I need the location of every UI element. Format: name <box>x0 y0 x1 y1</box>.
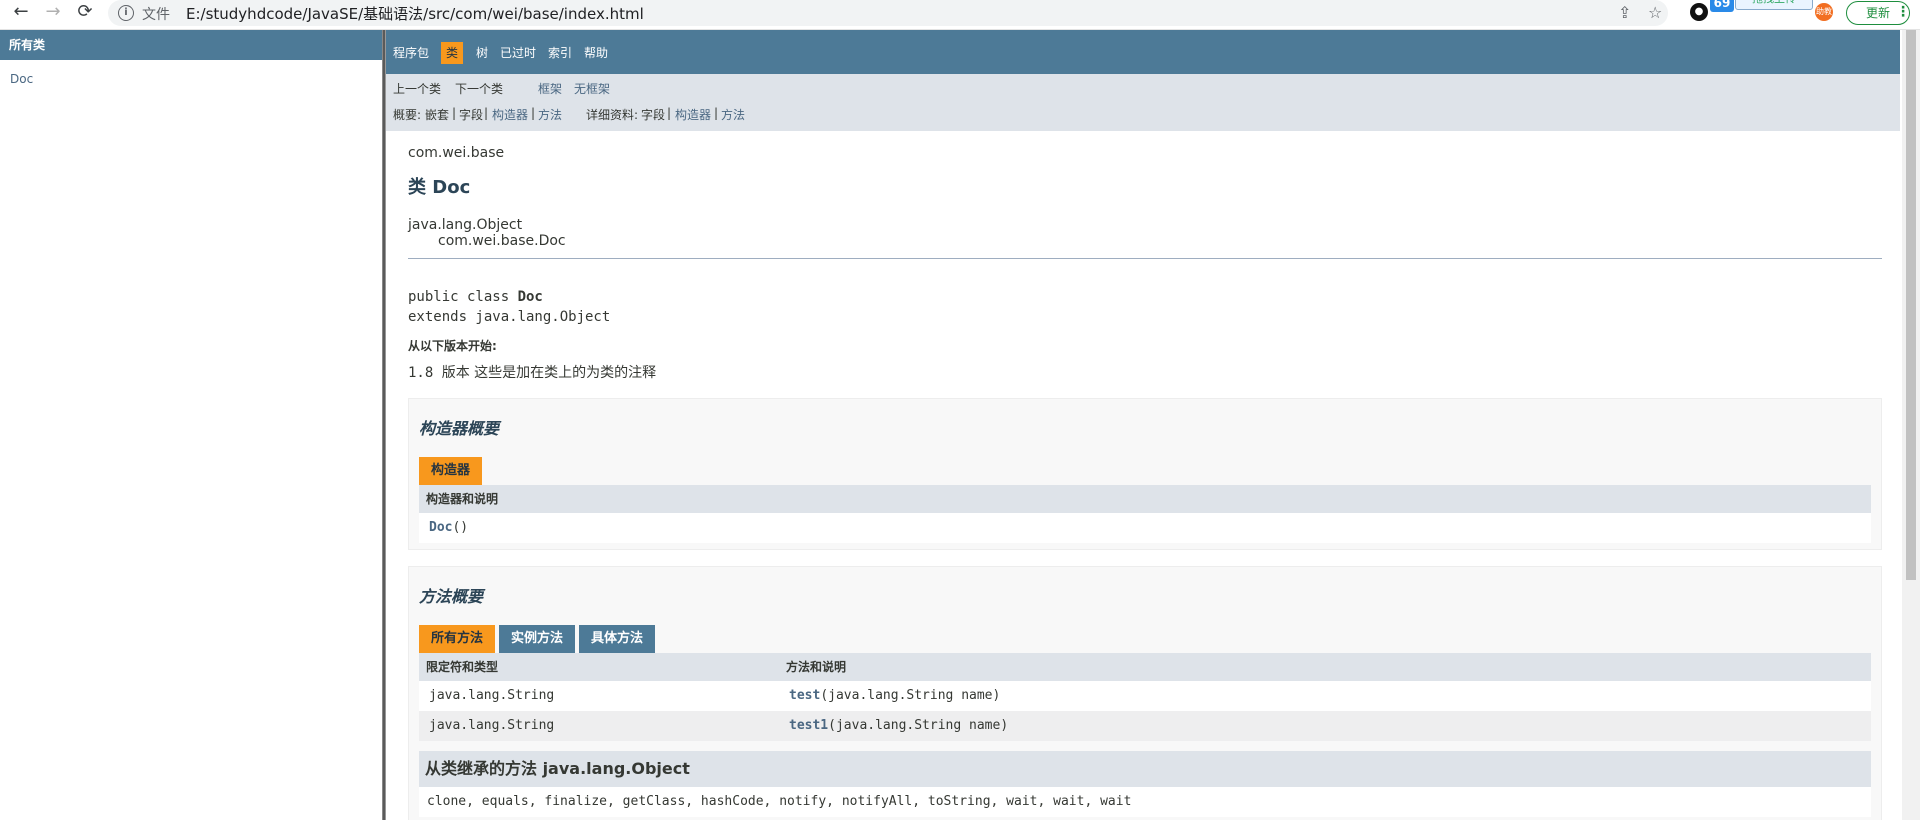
method-summary: 方法概要 所有方法 实例方法 具体方法 限定符和类型 方法和说明 java.lang… <box>408 566 1882 820</box>
inherited-methods-list: clone, equals, finalize, getClass, hashC… <box>419 787 1871 817</box>
constructor-col-header: 构造器和说明 <box>426 492 499 506</box>
divider <box>408 258 1882 259</box>
method-link-test1[interactable]: test1 <box>789 718 828 733</box>
inheritance-parent: java.lang.Object <box>408 217 523 233</box>
class-comment: 这些是加在类上的为类的注释 <box>469 365 657 381</box>
forward-icon[interactable]: → <box>42 1 64 23</box>
url-text[interactable]: E:/studyhdcode/JavaSE/基础语法/src/com/wei/b… <box>186 3 644 24</box>
summary-prefix: 概要: <box>393 108 422 122</box>
page-title: 类 Doc <box>408 177 471 198</box>
method-signature: test1(java.lang.String name) <box>789 711 1008 741</box>
class-list: Doc <box>0 60 382 86</box>
summary-constructor-link[interactable]: 构造器 <box>492 106 528 123</box>
summary-sep-1: | <box>452 106 457 120</box>
all-classes-frame: 所有类 Doc <box>0 30 382 820</box>
class-frame: 程序包 类 树 已过时 索引 帮助 上一个类 下一个类 框架 无框架 概要: 嵌… <box>386 30 1900 820</box>
inheritance-tree: java.lang.Object com.wei.base.Doc <box>408 217 1882 249</box>
method-return-type: java.lang.String <box>429 688 555 703</box>
method-link-test[interactable]: test <box>789 688 820 703</box>
method-summary-heading: 方法概要 <box>419 587 484 606</box>
back-icon[interactable]: ← <box>10 1 32 23</box>
declaration-class-name: Doc <box>517 289 543 305</box>
constructor-summary: 构造器概要 构造器 构造器和说明 Doc() <box>408 398 1882 550</box>
tab-all-methods[interactable]: 所有方法 <box>419 625 496 653</box>
nav-package[interactable]: 程序包 <box>393 42 429 64</box>
menu-kebab-icon[interactable]: ⋮ <box>1896 4 1910 20</box>
detail-constructor-link[interactable]: 构造器 <box>675 106 711 123</box>
nav-help[interactable]: 帮助 <box>584 42 608 64</box>
constructor-signature: Doc() <box>429 513 468 543</box>
detail-sep-1: | <box>667 106 672 120</box>
detail-prefix: 详细资料: <box>586 108 639 122</box>
declaration-extends: extends java.lang.Object <box>408 309 611 325</box>
next-class-link[interactable]: 下一个类 <box>455 80 503 97</box>
upload-tooltip: 拖拽上传 <box>1735 0 1813 10</box>
detail-method-link[interactable]: 方法 <box>721 106 745 123</box>
class-link-doc[interactable]: Doc <box>10 72 33 86</box>
summary-sep-2: | <box>484 106 489 120</box>
method-tabs: 所有方法 实例方法 具体方法 <box>419 625 1871 653</box>
since-version: 1.8 版本 <box>408 365 470 381</box>
vertical-scrollbar[interactable] <box>1902 30 1920 820</box>
method-params: (java.lang.String name) <box>820 688 1001 703</box>
profile-avatar[interactable]: 助教 <box>1815 3 1833 21</box>
table-row: java.lang.String test(java.lang.String n… <box>419 681 1871 711</box>
share-icon[interactable]: ⇪ <box>1618 3 1631 22</box>
constructor-table-header: 构造器和说明 <box>419 485 1871 513</box>
all-classes-header: 所有类 <box>0 30 382 60</box>
extension-icon[interactable]: ● <box>1690 3 1708 21</box>
no-frames-link[interactable]: 无框架 <box>574 80 610 97</box>
constructor-link-doc[interactable]: Doc <box>429 520 452 535</box>
since-value: 1.8 版本 这些是加在类上的为类的注释 <box>408 362 1882 382</box>
table-row: java.lang.String test1(java.lang.String … <box>419 711 1871 741</box>
constructor-summary-heading: 构造器概要 <box>419 419 500 438</box>
frames-link[interactable]: 框架 <box>538 80 562 97</box>
prev-class-link[interactable]: 上一个类 <box>393 80 441 97</box>
inheritance-child: com.wei.base.Doc <box>438 233 566 249</box>
scrollbar-thumb[interactable] <box>1906 30 1916 580</box>
browser-toolbar: ← → ⟳ i 文件 E:/studyhdcode/JavaSE/基础语法/sr… <box>0 0 1920 30</box>
nav-index[interactable]: 索引 <box>548 42 572 64</box>
method-params: (java.lang.String name) <box>828 718 1009 733</box>
tab-instance-methods[interactable]: 实例方法 <box>499 625 576 653</box>
method-col-desc: 方法和说明 <box>786 660 847 674</box>
since-label: 从以下版本开始: <box>408 339 497 353</box>
package-name: com.wei.base <box>408 145 505 161</box>
summary-sep-3: | <box>531 106 536 120</box>
detail-field: 字段 <box>641 108 666 122</box>
method-table-header: 限定符和类型 方法和说明 <box>419 653 1871 681</box>
detail-sep-2: | <box>714 106 719 120</box>
method-signature: test(java.lang.String name) <box>789 681 1000 711</box>
summary-method-link[interactable]: 方法 <box>538 106 562 123</box>
tab-concrete-methods[interactable]: 具体方法 <box>579 625 656 653</box>
reload-icon[interactable]: ⟳ <box>74 1 96 23</box>
info-icon[interactable]: i <box>118 5 134 21</box>
inherited-methods-heading: 从类继承的方法 java.lang.Object <box>419 751 1871 787</box>
tab-constructor[interactable]: 构造器 <box>419 457 483 485</box>
scheme-label: 文件 <box>142 7 170 23</box>
summary-field: 字段 <box>459 108 484 122</box>
address-bar[interactable]: i 文件 E:/studyhdcode/JavaSE/基础语法/src/com/… <box>108 0 1668 26</box>
nav-class[interactable]: 类 <box>441 42 464 64</box>
summary-nested: 嵌套 <box>425 108 450 122</box>
bookmark-star-icon[interactable]: ☆ <box>1648 3 1662 22</box>
method-col-type: 限定符和类型 <box>426 660 499 674</box>
method-return-type: java.lang.String <box>429 718 555 733</box>
constructor-tabs: 构造器 <box>419 457 1871 485</box>
class-declaration: public class Doc extends java.lang.Objec… <box>408 287 1882 327</box>
class-content: com.wei.base 类 Doc java.lang.Object com.… <box>408 131 1882 820</box>
table-row: Doc() <box>419 513 1871 543</box>
sub-navbar: 上一个类 下一个类 框架 无框架 概要: 嵌套 | 字段 | 构造器 | 方法 … <box>386 74 1900 131</box>
top-navbar: 程序包 类 树 已过时 索引 帮助 <box>386 30 1900 74</box>
constructor-params: () <box>452 520 469 535</box>
declaration-prefix: public class <box>408 289 518 305</box>
nav-deprecated[interactable]: 已过时 <box>500 42 536 64</box>
nav-tree[interactable]: 树 <box>476 42 488 64</box>
baidu-extension-icon[interactable]: 69 <box>1710 0 1734 12</box>
